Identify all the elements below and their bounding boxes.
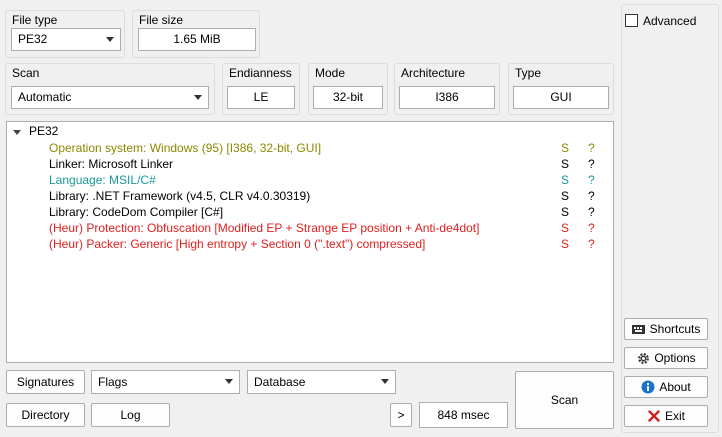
chevron-down-icon <box>106 37 114 42</box>
type-value: GUI <box>550 90 572 104</box>
file-type-value: PE32 <box>18 32 48 46</box>
tree-row[interactable]: (Heur) Protection: Obfuscation [Modified… <box>7 220 613 236</box>
file-size-title: File size <box>139 13 184 27</box>
tree-row-signature-link[interactable]: S <box>561 156 569 172</box>
scan-title: Scan <box>12 66 40 80</box>
options-button[interactable]: Options <box>624 347 708 369</box>
elapsed-time-value: 848 msec <box>437 408 490 422</box>
tree-row-info-link[interactable]: ? <box>588 188 595 204</box>
shortcuts-label: Shortcuts <box>649 322 701 336</box>
endianness-value: LE <box>253 90 269 104</box>
tree-row-signature-link[interactable]: S <box>561 236 569 252</box>
file-size-group: File size 1.65 MiB <box>132 10 260 58</box>
tree-row-name: (Heur) Protection: Obfuscation [Modified… <box>49 221 480 235</box>
endianness-group: Endianness LE <box>222 63 300 115</box>
tree-row-name: Linker: Microsoft Linker <box>49 157 174 171</box>
options-label: Options <box>654 351 696 365</box>
tree-root-label: PE32 <box>29 124 59 138</box>
tree-row-info-link[interactable]: ? <box>588 172 595 188</box>
log-button[interactable]: Log <box>91 403 170 427</box>
tree-row-info-link[interactable]: ? <box>588 220 595 236</box>
tree-row-signature-link[interactable]: S <box>561 140 569 156</box>
gear-icon <box>636 351 650 365</box>
shortcuts-button[interactable]: Shortcuts <box>624 318 708 340</box>
endianness-field[interactable]: LE <box>227 86 295 109</box>
tree-row-name: Library: .NET Framework (v4.5, CLR v4.0.… <box>49 189 311 203</box>
elapsed-time-field: 848 msec <box>419 402 508 428</box>
tree-row[interactable]: Operation system: Windows (95) [I386, 32… <box>7 140 613 156</box>
tree-row-info-link[interactable]: ? <box>588 156 595 172</box>
directory-label: Directory <box>21 408 70 422</box>
scan-label: Scan <box>550 393 579 407</box>
file-size-value: 1.65 MiB <box>173 32 221 46</box>
shortcuts-icon <box>632 322 646 336</box>
expand-caret-icon[interactable] <box>13 129 21 135</box>
architecture-title: Architecture <box>401 66 466 80</box>
tree-row-name: Library: CodeDom Compiler [C#] <box>49 205 224 219</box>
tree-row[interactable]: (Heur) Packer: Generic [High entropy + S… <box>7 236 613 252</box>
tree-row[interactable]: Linker: Microsoft Linker S? <box>7 156 613 172</box>
mode-value: 32-bit <box>332 90 364 104</box>
more-button[interactable]: > <box>390 403 412 427</box>
chevron-down-icon <box>225 379 233 384</box>
scan-mode-select[interactable]: Automatic <box>11 86 209 109</box>
tree-row-info-link[interactable]: ? <box>588 204 595 220</box>
tree-row-name: Language: MSIL/C# <box>49 173 156 187</box>
exit-label: Exit <box>664 409 685 423</box>
file-type-select[interactable]: PE32 <box>11 28 121 51</box>
directory-button[interactable]: Directory <box>6 403 85 427</box>
signatures-button[interactable]: Signatures <box>6 370 85 394</box>
tree-row-signature-link[interactable]: S <box>561 220 569 236</box>
tree-row-info-link[interactable]: ? <box>588 140 595 156</box>
log-label: Log <box>120 408 141 422</box>
database-select[interactable]: Database <box>247 370 396 394</box>
endianness-title: Endianness <box>229 66 292 80</box>
info-icon <box>641 380 655 394</box>
mode-field[interactable]: 32-bit <box>313 86 383 109</box>
tree-row[interactable]: Library: CodeDom Compiler [C#] S? <box>7 204 613 220</box>
tree-row-name: (Heur) Packer: Generic [High entropy + S… <box>49 237 426 251</box>
scan-group: Scan Automatic <box>5 63 215 115</box>
database-value: Database <box>254 375 306 389</box>
chevron-down-icon <box>381 379 389 384</box>
file-type-group: File type PE32 <box>5 10 125 58</box>
flags-select[interactable]: Flags <box>91 370 240 394</box>
tree-row[interactable]: Library: .NET Framework (v4.5, CLR v4.0.… <box>7 188 613 204</box>
tree-row[interactable]: Language: MSIL/C# S? <box>7 172 613 188</box>
advanced-checkbox[interactable] <box>625 14 638 27</box>
scan-button[interactable]: Scan <box>515 371 614 429</box>
file-type-title: File type <box>12 13 58 27</box>
architecture-value: I386 <box>435 90 459 104</box>
exit-button[interactable]: Exit <box>624 405 708 427</box>
tree-root[interactable]: PE32 <box>13 124 58 139</box>
mode-title: Mode <box>315 66 346 80</box>
architecture-group: Architecture I386 <box>394 63 500 115</box>
flags-value: Flags <box>98 375 128 389</box>
result-tree[interactable]: PE32 Operation system: Windows (95) [I38… <box>6 121 614 363</box>
tree-row-signature-link[interactable]: S <box>561 172 569 188</box>
scan-mode-value: Automatic <box>18 90 72 104</box>
tree-row-signature-link[interactable]: S <box>561 204 569 220</box>
mode-group: Mode 32-bit <box>308 63 388 115</box>
about-button[interactable]: About <box>624 376 708 398</box>
type-title: Type <box>515 66 542 80</box>
file-size-field[interactable]: 1.65 MiB <box>138 28 256 51</box>
type-field[interactable]: GUI <box>513 86 609 109</box>
chevron-down-icon <box>194 95 202 100</box>
type-group: Type GUI <box>508 63 614 115</box>
signatures-label: Signatures <box>16 375 75 389</box>
about-label: About <box>659 380 691 394</box>
tree-row-info-link[interactable]: ? <box>588 236 595 252</box>
architecture-field[interactable]: I386 <box>399 86 495 109</box>
tree-row-signature-link[interactable]: S <box>561 188 569 204</box>
tree-row-name: Operation system: Windows (95) [I386, 32… <box>49 141 322 155</box>
advanced-label[interactable]: Advanced <box>643 14 696 28</box>
more-label: > <box>397 408 405 422</box>
exit-icon <box>647 409 661 423</box>
